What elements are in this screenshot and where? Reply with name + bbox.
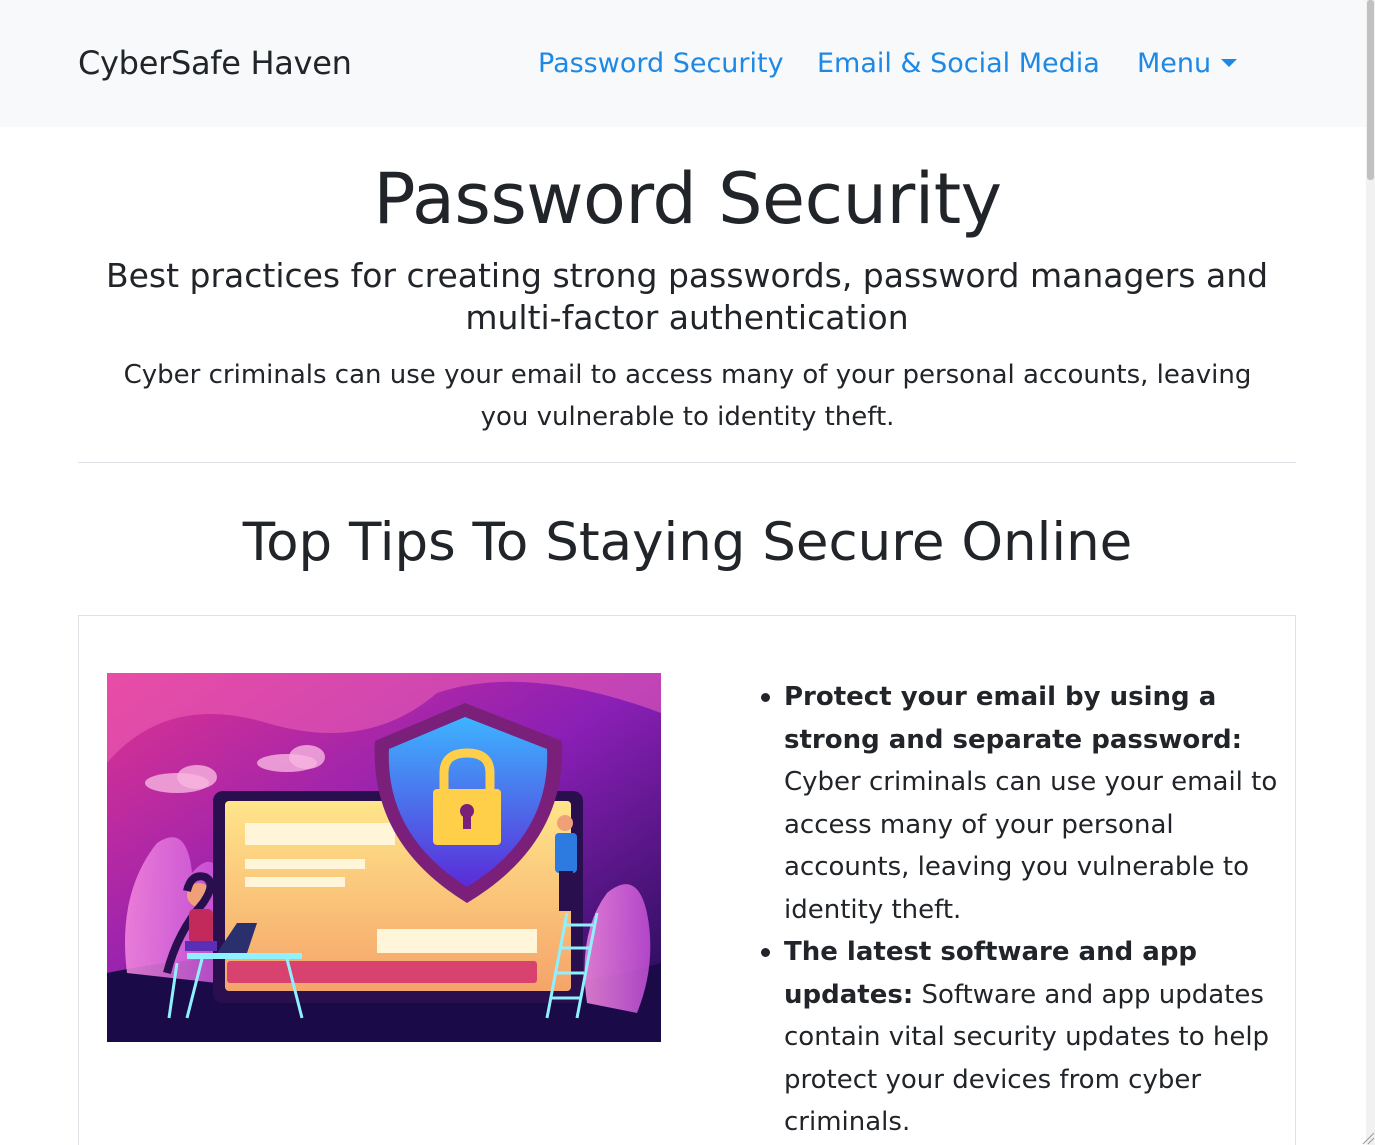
section-title: Top Tips To Staying Secure Online <box>242 512 1133 573</box>
page-subtitle: Best practices for creating strong passw… <box>105 256 1269 337</box>
vertical-scrollbar[interactable] <box>1366 0 1375 1145</box>
navbar: CyberSafe Haven Password Security Email … <box>0 0 1366 127</box>
brand-link[interactable]: CyberSafe Haven <box>78 44 352 82</box>
resize-grip-icon[interactable] <box>1359 1129 1375 1145</box>
nav-link-email-social-media[interactable]: Email & Social Media <box>817 48 1100 79</box>
page-lead-text: Cyber criminals can use your email to ac… <box>123 360 1252 432</box>
tip-title: Protect your email by using a strong and… <box>784 682 1243 755</box>
tip-text: Cyber criminals can use your email to ac… <box>784 767 1278 925</box>
shield-lock-illustration <box>107 673 661 1042</box>
nav-menu-label: Menu <box>1137 48 1212 79</box>
caret-down-icon <box>1221 59 1238 67</box>
scrollbar-thumb[interactable] <box>1367 0 1374 180</box>
nav-link-password-security[interactable]: Password Security <box>538 48 784 79</box>
tips-list: Protect your email by using a strong and… <box>761 676 1284 1144</box>
divider <box>78 462 1296 463</box>
list-item: Protect your email by using a strong and… <box>761 676 1284 931</box>
nav-menu-dropdown[interactable]: Menu <box>1137 48 1238 79</box>
page-title: Password Security <box>373 158 1002 240</box>
list-item: The latest software and app updates: Sof… <box>761 931 1284 1144</box>
